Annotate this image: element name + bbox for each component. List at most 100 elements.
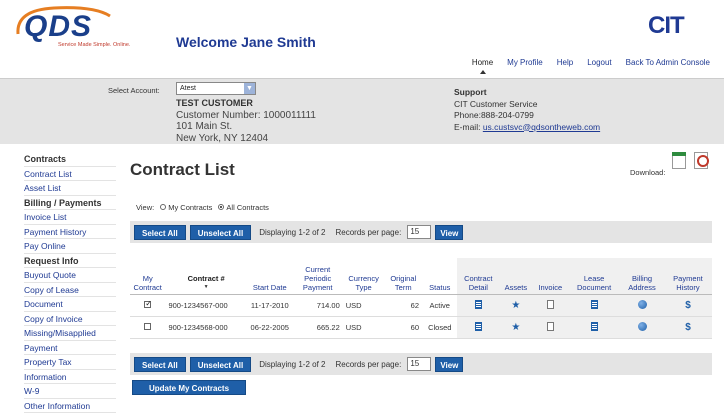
update-my-contracts-button[interactable]: Update My Contracts [132, 380, 247, 395]
table-row: 900-1234568-000 06-22-2005 665.22 USD 60… [130, 316, 712, 339]
download-label: Download: [630, 168, 666, 177]
assets-star-icon[interactable]: ★ [511, 300, 520, 311]
sidebar-item-asset-list[interactable]: Asset List [24, 181, 116, 196]
sidebar-item-payment[interactable]: Payment [24, 341, 116, 355]
customer-address-line2: New York, NY 12404 [176, 132, 269, 144]
sidebar-heading-request-info: Request Info [24, 254, 116, 268]
currency-type: USD [342, 316, 385, 339]
view-button[interactable]: View [435, 224, 464, 240]
periodic-payment: 714.00 [292, 294, 343, 317]
sidebar-heading-billing: Billing / Payments [24, 196, 116, 210]
contract-detail-cell [457, 294, 500, 317]
lease-document-cell [568, 316, 621, 339]
col-start-date[interactable]: Start Date [246, 258, 293, 295]
sidebar-item-buyout-quote[interactable]: Buyout Quote [24, 268, 116, 283]
qds-logo[interactable]: QDS Service Made Simple. Online. [14, 4, 134, 50]
lease-document-icon[interactable] [590, 321, 598, 331]
nav-help[interactable]: Help [557, 58, 573, 67]
col-lease-document: Lease Document [568, 258, 621, 295]
sidebar-item-other-information[interactable]: Other Information [24, 399, 116, 413]
row-checkbox[interactable] [130, 294, 166, 317]
contract-detail-icon[interactable] [474, 321, 482, 331]
records-per-page-label: Records per page: [335, 359, 402, 369]
view-filter: View: My Contracts All Contracts [136, 203, 269, 212]
radio-checked-icon[interactable] [218, 204, 225, 211]
nav-my-profile[interactable]: My Profile [507, 58, 543, 67]
toolbar-bottom: Select All Unselect All Displaying 1-2 o… [130, 353, 712, 375]
sidebar-item-property-tax[interactable]: Property Tax [24, 355, 116, 370]
col-currency-type[interactable]: Currency Type [342, 258, 385, 295]
payment-history-cell: $ [663, 316, 712, 339]
account-select[interactable]: Atest ▼ [176, 82, 256, 95]
contract-number: 900-1234568-000 [165, 316, 247, 339]
support-info: Support CIT Customer Service Phone:888-2… [454, 87, 600, 133]
nav-home[interactable]: Home [472, 58, 493, 74]
support-email-link[interactable]: us.custsvc@qdsontheweb.com [483, 122, 600, 132]
logo-tagline: Service Made Simple. Online. [58, 42, 131, 48]
start-date: 06-22-2005 [246, 316, 293, 339]
records-per-page-input[interactable]: 15 [407, 225, 432, 239]
pdf-download-icon[interactable] [694, 152, 709, 169]
invoice-icon[interactable] [546, 321, 554, 331]
col-my-contract: My Contract [130, 258, 166, 295]
checkbox-icon[interactable] [144, 322, 152, 330]
unselect-all-button[interactable]: Unselect All [189, 356, 252, 372]
contract-detail-icon[interactable] [474, 299, 482, 309]
invoice-icon[interactable] [546, 299, 554, 309]
top-nav: Home My Profile Help Logout Back To Admi… [472, 58, 710, 74]
dollar-icon[interactable]: $ [685, 322, 691, 333]
status-badge: Active [422, 294, 458, 317]
sidebar-item-w9[interactable]: W-9 [24, 384, 116, 399]
col-contract-detail: Contract Detail [457, 258, 500, 295]
contract-detail-cell [457, 316, 500, 339]
col-invoice: Invoice [532, 258, 569, 295]
sidebar-item-pay-online[interactable]: Pay Online [24, 239, 116, 254]
radio-all-contracts[interactable]: All Contracts [218, 203, 269, 212]
support-email-label: E-mail: [454, 121, 481, 132]
radio-my-contracts[interactable]: My Contracts [160, 203, 212, 212]
row-checkbox[interactable] [130, 316, 166, 339]
original-term: 60 [384, 316, 423, 339]
globe-icon[interactable] [637, 299, 647, 309]
sidebar-item-copy-of-invoice[interactable]: Copy of Invoice [24, 312, 116, 326]
view-button[interactable]: View [435, 356, 464, 372]
col-periodic-payment[interactable]: Current Periodic Payment [292, 258, 343, 295]
nav-back-to-admin[interactable]: Back To Admin Console [626, 58, 710, 67]
sort-down-icon[interactable]: ▼ [167, 283, 244, 292]
col-contract-number[interactable]: Contract # ▼ [165, 258, 247, 295]
assets-cell: ★ [499, 294, 533, 317]
sidebar-item-document[interactable]: Document [24, 297, 116, 312]
checkbox-checked-icon[interactable] [144, 299, 152, 308]
billing-address-cell [620, 294, 664, 317]
account-select-value: Atest [180, 85, 196, 92]
select-all-button[interactable]: Select All [134, 224, 186, 240]
table-header-row: My Contract Contract # ▼ Start Date Curre… [130, 258, 712, 295]
invoice-cell [532, 316, 569, 339]
lease-document-icon[interactable] [590, 299, 598, 309]
payment-history-cell: $ [663, 294, 712, 317]
original-term: 62 [384, 294, 423, 317]
assets-star-icon[interactable]: ★ [511, 322, 520, 333]
sidebar-item-information[interactable]: Information [24, 370, 116, 384]
select-all-button[interactable]: Select All [134, 356, 186, 372]
globe-icon[interactable] [637, 321, 647, 331]
radio-icon[interactable] [160, 204, 167, 211]
sidebar-item-contract-list[interactable]: Contract List [24, 167, 116, 181]
records-per-page-input[interactable]: 15 [407, 357, 432, 371]
col-original-term[interactable]: Original Term [384, 258, 423, 295]
sidebar-item-payment-history[interactable]: Payment History [24, 225, 116, 239]
dollar-icon[interactable]: $ [685, 300, 691, 311]
cit-logo: CIT [648, 12, 685, 39]
chevron-down-icon[interactable]: ▼ [244, 83, 255, 94]
sidebar-item-copy-of-lease[interactable]: Copy of Lease [24, 283, 116, 297]
nav-logout[interactable]: Logout [587, 58, 611, 67]
col-status[interactable]: Status [422, 258, 458, 295]
col-billing-address: Billing Address [620, 258, 664, 295]
sidebar-item-invoice-list[interactable]: Invoice List [24, 210, 116, 225]
unselect-all-button[interactable]: Unselect All [189, 224, 252, 240]
col-payment-history: Payment History [663, 258, 712, 295]
excel-download-icon[interactable] [672, 152, 686, 169]
support-phone: Phone:888-204-0799 [454, 110, 534, 120]
sidebar-item-missing-misapplied[interactable]: Missing/Misapplied [24, 326, 116, 341]
records-per-page-label: Records per page: [335, 227, 402, 237]
